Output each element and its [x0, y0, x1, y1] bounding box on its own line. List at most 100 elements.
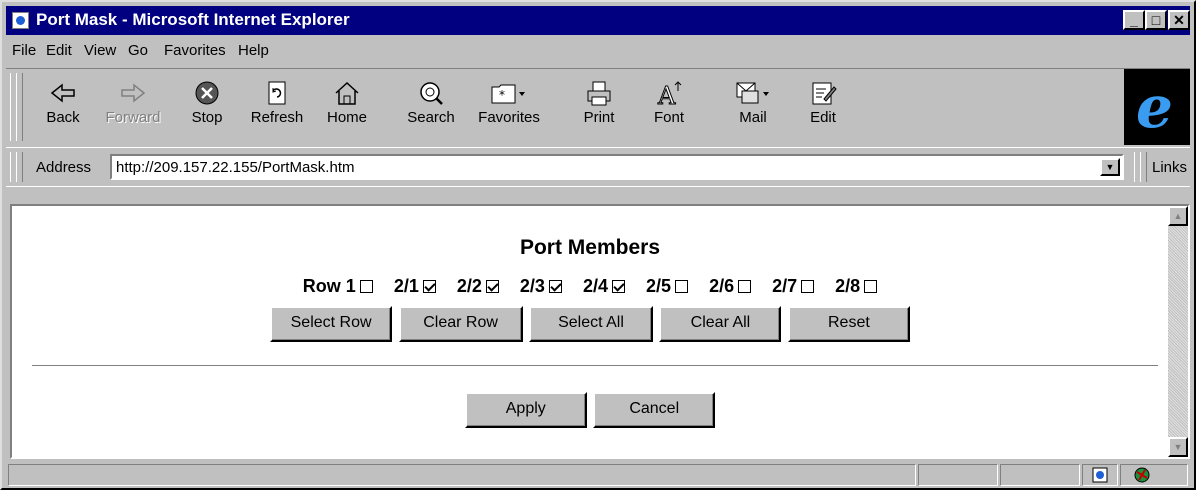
address-url: http://209.157.22.155/PortMask.htm [116, 159, 355, 176]
address-input[interactable]: http://209.157.22.155/PortMask.htm ▼ [110, 154, 1124, 180]
vertical-scrollbar[interactable]: ▲ ▼ [1168, 206, 1188, 457]
port-2-3-checkbox[interactable] [548, 280, 562, 293]
port-2-8: 2/8 [835, 276, 878, 297]
ie-icon[interactable] [12, 12, 29, 29]
security-panel [1120, 464, 1188, 486]
mail-icon [736, 82, 769, 104]
port-label: 2/6 [709, 276, 735, 296]
port-2-6-checkbox[interactable] [738, 280, 752, 293]
favorites-label: Favorites [478, 109, 540, 126]
page-heading: Port Members [519, 236, 661, 259]
clear-row-button[interactable]: Clear Row [398, 306, 523, 342]
toolbar-grip[interactable] [16, 73, 23, 141]
address-bar: Address http://209.157.22.155/PortMask.h… [6, 148, 1190, 187]
font-button[interactable]: A Font [634, 75, 704, 141]
back-arrow-icon [50, 83, 75, 103]
port-label: 2/8 [835, 276, 861, 296]
print-label: Print [583, 109, 615, 126]
port-2-4: 2/4 [583, 276, 625, 297]
row-1-checkbox[interactable] [359, 280, 373, 293]
svg-text:*: * [499, 88, 505, 102]
minimize-button[interactable]: _ [1123, 10, 1145, 30]
selection-buttons: Select Row Clear Row Select All Clear Al… [12, 306, 1168, 342]
close-button[interactable]: ✕ [1168, 10, 1190, 30]
back-button[interactable]: Back [28, 75, 98, 141]
menu-favorites[interactable]: Favorites [164, 42, 226, 59]
refresh-button[interactable]: Refresh [242, 75, 312, 141]
action-buttons: Apply Cancel [12, 392, 1168, 428]
port-2-8-checkbox[interactable] [864, 280, 878, 293]
select-row-button[interactable]: Select Row [270, 306, 393, 342]
forward-arrow-icon [121, 83, 146, 103]
forward-button[interactable]: Forward [98, 75, 168, 141]
port-label: 2/5 [646, 276, 672, 296]
port-2-5: 2/5 [646, 276, 689, 297]
apply-button[interactable]: Apply [464, 392, 587, 428]
port-2-7-checkbox[interactable] [801, 280, 815, 293]
cancel-button[interactable]: Cancel [593, 392, 716, 428]
page-viewport: Port Members Row 1 2/1 2/2 2/3 2/4 2/5 2… [10, 204, 1190, 459]
font-icon: A [657, 81, 682, 107]
refresh-label: Refresh [250, 109, 304, 126]
search-icon [420, 82, 443, 105]
port-label: 2/1 [393, 276, 419, 296]
links-grip[interactable] [1140, 152, 1147, 182]
status-panel [918, 464, 998, 486]
globe-icon [1134, 467, 1150, 483]
mail-button[interactable]: Mail [718, 75, 788, 141]
refresh-icon [268, 81, 286, 105]
links-button[interactable]: Links [1152, 159, 1187, 176]
port-2-1: 2/1 [394, 276, 436, 297]
port-label: 2/3 [519, 276, 545, 296]
svg-text:A: A [657, 82, 676, 107]
port-label: 2/2 [456, 276, 482, 296]
home-button[interactable]: Home [312, 75, 382, 141]
status-text-panel [8, 464, 916, 486]
port-2-4-checkbox[interactable] [612, 280, 625, 293]
port-label: 2/4 [582, 276, 608, 296]
port-2-1-checkbox[interactable] [422, 280, 436, 293]
browser-window: Port Mask - Microsoft Internet Explorer … [0, 0, 1196, 490]
status-panel [1000, 464, 1080, 486]
forward-label: Forward [105, 109, 161, 126]
stop-label: Stop [191, 109, 223, 126]
clear-all-button[interactable]: Clear All [659, 306, 782, 342]
favorites-folder-icon: * [491, 84, 525, 104]
stop-icon [195, 81, 219, 105]
address-grip[interactable] [16, 152, 23, 182]
scroll-down-button[interactable]: ▼ [1168, 437, 1188, 457]
port-label: 2/7 [772, 276, 798, 296]
menu-view[interactable]: View [84, 42, 116, 59]
port-2-5-checkbox[interactable] [675, 280, 689, 293]
search-label: Search [407, 109, 455, 126]
page-icon [1092, 467, 1108, 483]
font-label: Font [653, 109, 684, 126]
row-label: Row 1 [302, 276, 356, 296]
menu-file[interactable]: File [12, 42, 36, 59]
menu-edit[interactable]: Edit [46, 42, 72, 59]
divider [32, 365, 1158, 367]
scroll-up-button[interactable]: ▲ [1168, 206, 1188, 226]
port-2-7: 2/7 [772, 276, 815, 297]
maximize-button[interactable]: □ [1145, 10, 1167, 30]
title-bar: Port Mask - Microsoft Internet Explorer … [6, 6, 1190, 35]
edit-label: Edit [810, 109, 836, 126]
print-button[interactable]: Print [564, 75, 634, 141]
menu-bar: File Edit View Go Favorites Help [6, 37, 1190, 65]
stop-button[interactable]: Stop [172, 75, 242, 141]
standard-toolbar: Back Forward Stop Refresh Home Search * … [6, 68, 1190, 148]
select-all-button[interactable]: Select All [529, 306, 653, 342]
row-1-group: Row 1 [303, 276, 373, 297]
reset-button[interactable]: Reset [787, 306, 910, 342]
menu-help[interactable]: Help [238, 42, 269, 59]
address-dropdown-button[interactable]: ▼ [1100, 158, 1120, 176]
favorites-button[interactable]: * Favorites [474, 75, 544, 141]
port-2-2-checkbox[interactable] [485, 280, 499, 293]
search-button[interactable]: Search [396, 75, 466, 141]
edit-button[interactable]: Edit [788, 75, 858, 141]
address-label: Address [36, 159, 92, 176]
port-2-2: 2/2 [457, 276, 499, 297]
edit-icon [812, 82, 837, 105]
zone-panel [1082, 464, 1118, 486]
menu-go[interactable]: Go [128, 42, 148, 59]
